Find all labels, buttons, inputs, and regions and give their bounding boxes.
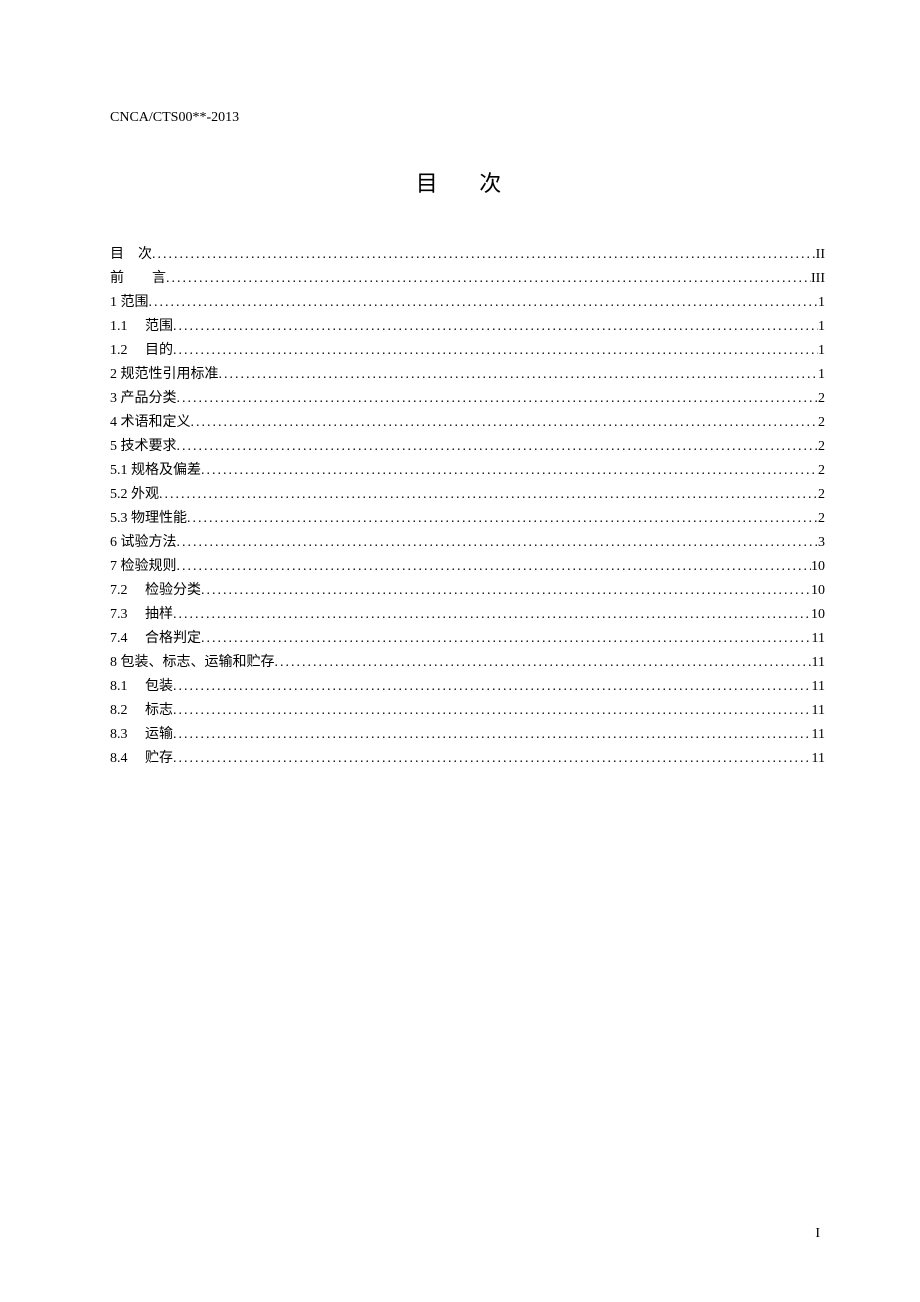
toc-entry: 8.4 贮存 11	[110, 747, 825, 771]
toc-entry-dots	[173, 747, 812, 771]
toc-entry: 5 技术要求 2	[110, 435, 825, 459]
toc-entry-label: 7.4 合格判定	[110, 627, 201, 651]
toc-entry-page: 2	[818, 411, 825, 435]
toc-entry: 7.2 检验分类 10	[110, 579, 825, 603]
toc-entry-page: 10	[811, 579, 825, 603]
toc-entry-page: 11	[812, 699, 825, 723]
toc-entry-page: 10	[811, 603, 825, 627]
toc-entry-page: 1	[818, 363, 825, 387]
toc-entry-label: 8 包装、标志、运输和贮存	[110, 651, 275, 675]
toc-entry: 8.1 包装 11	[110, 675, 825, 699]
toc-entry-label: 5 技术要求	[110, 435, 177, 459]
toc-entry-dots	[173, 675, 812, 699]
toc-entry: 7.4 合格判定 11	[110, 627, 825, 651]
toc-entry-page: 10	[811, 555, 825, 579]
toc-entry-page: 2	[818, 459, 825, 483]
toc-entry: 前 言 III	[110, 267, 825, 291]
toc-entry-label: 6 试验方法	[110, 531, 177, 555]
toc-entry-page: 2	[818, 483, 825, 507]
toc-entry-label: 1.2 目的	[110, 339, 173, 363]
toc-entry-label: 7 检验规则	[110, 555, 177, 579]
toc-entry-page: III	[811, 267, 825, 291]
toc-entry-label: 8.3 运输	[110, 723, 173, 747]
toc-entry-dots	[166, 267, 811, 291]
toc-entry-dots	[177, 387, 819, 411]
toc-entry-dots	[275, 651, 812, 675]
toc-entry-label: 8.2 标志	[110, 699, 173, 723]
toc-entry-dots	[173, 699, 812, 723]
toc-entry: 7 检验规则 10	[110, 555, 825, 579]
toc-entry-dots	[173, 723, 812, 747]
toc-entry-page: 3	[818, 531, 825, 555]
toc-entry-page: 1	[818, 291, 825, 315]
toc-entry-page: 2	[818, 507, 825, 531]
toc-entry-label: 5.3 物理性能	[110, 507, 187, 531]
toc-entry: 5.3 物理性能 2	[110, 507, 825, 531]
toc-entry-page: 11	[812, 747, 825, 771]
toc-entry-page: 1	[818, 315, 825, 339]
toc-entry: 5.2 外观 2	[110, 483, 825, 507]
toc-entry-label: 7.2 检验分类	[110, 579, 201, 603]
toc-entry: 5.1 规格及偏差 2	[110, 459, 825, 483]
toc-entry-dots	[219, 363, 819, 387]
toc-entry-dots	[177, 555, 812, 579]
toc-entry-label: 1 范围	[110, 291, 149, 315]
toc-entry: 8.3 运输 11	[110, 723, 825, 747]
toc-entry-page: 11	[812, 675, 825, 699]
toc-entry: 6 试验方法 3	[110, 531, 825, 555]
toc-entry: 8 包装、标志、运输和贮存 11	[110, 651, 825, 675]
toc-entry-page: II	[816, 243, 825, 267]
toc-entry-page: 11	[812, 723, 825, 747]
header-code: CNCA/CTS00**-2013	[110, 110, 825, 126]
toc-container: 目 次II前 言III1 范围11.1 范围11.2 目的12 规范性引用标准1…	[110, 243, 825, 771]
toc-entry-label: 3 产品分类	[110, 387, 177, 411]
toc-entry-dots	[152, 243, 816, 267]
toc-entry-dots	[187, 507, 818, 531]
toc-entry: 1 范围 1	[110, 291, 825, 315]
toc-entry: 8.2 标志 11	[110, 699, 825, 723]
toc-entry-dots	[201, 627, 812, 651]
toc-entry-page: 11	[812, 651, 825, 675]
toc-entry-label: 4 术语和定义	[110, 411, 191, 435]
toc-entry-dots	[177, 531, 819, 555]
toc-entry-dots	[173, 603, 811, 627]
toc-entry-page: 2	[818, 387, 825, 411]
toc-entry-dots	[173, 315, 818, 339]
toc-entry-page: 2	[818, 435, 825, 459]
toc-entry-dots	[149, 291, 819, 315]
toc-entry-label: 5.1 规格及偏差	[110, 459, 201, 483]
toc-entry-dots	[173, 339, 818, 363]
toc-entry: 1.2 目的 1	[110, 339, 825, 363]
toc-entry-label: 8.4 贮存	[110, 747, 173, 771]
page-title: 目 次	[110, 166, 825, 198]
toc-entry: 7.3 抽样 10	[110, 603, 825, 627]
toc-entry-label: 2 规范性引用标准	[110, 363, 219, 387]
toc-entry-page: 1	[818, 339, 825, 363]
toc-entry-dots	[201, 579, 811, 603]
toc-entry-label: 1.1 范围	[110, 315, 173, 339]
toc-entry-dots	[201, 459, 818, 483]
document-page: CNCA/CTS00**-2013 目 次 目 次II前 言III1 范围11.…	[0, 0, 920, 1302]
toc-entry-label: 目 次	[110, 243, 152, 267]
toc-entry-label: 8.1 包装	[110, 675, 173, 699]
toc-entry-label: 7.3 抽样	[110, 603, 173, 627]
toc-entry: 3 产品分类 2	[110, 387, 825, 411]
toc-entry: 目 次 II	[110, 243, 825, 267]
toc-entry-dots	[191, 411, 819, 435]
toc-entry: 2 规范性引用标准 1	[110, 363, 825, 387]
toc-entry-dots	[177, 435, 819, 459]
toc-entry-label: 5.2 外观	[110, 483, 159, 507]
toc-entry-label: 前 言	[110, 267, 166, 291]
toc-entry-page: 11	[812, 627, 825, 651]
toc-entry: 1.1 范围 1	[110, 315, 825, 339]
toc-entry-dots	[159, 483, 818, 507]
toc-entry: 4 术语和定义 2	[110, 411, 825, 435]
page-number: I	[815, 1226, 820, 1242]
